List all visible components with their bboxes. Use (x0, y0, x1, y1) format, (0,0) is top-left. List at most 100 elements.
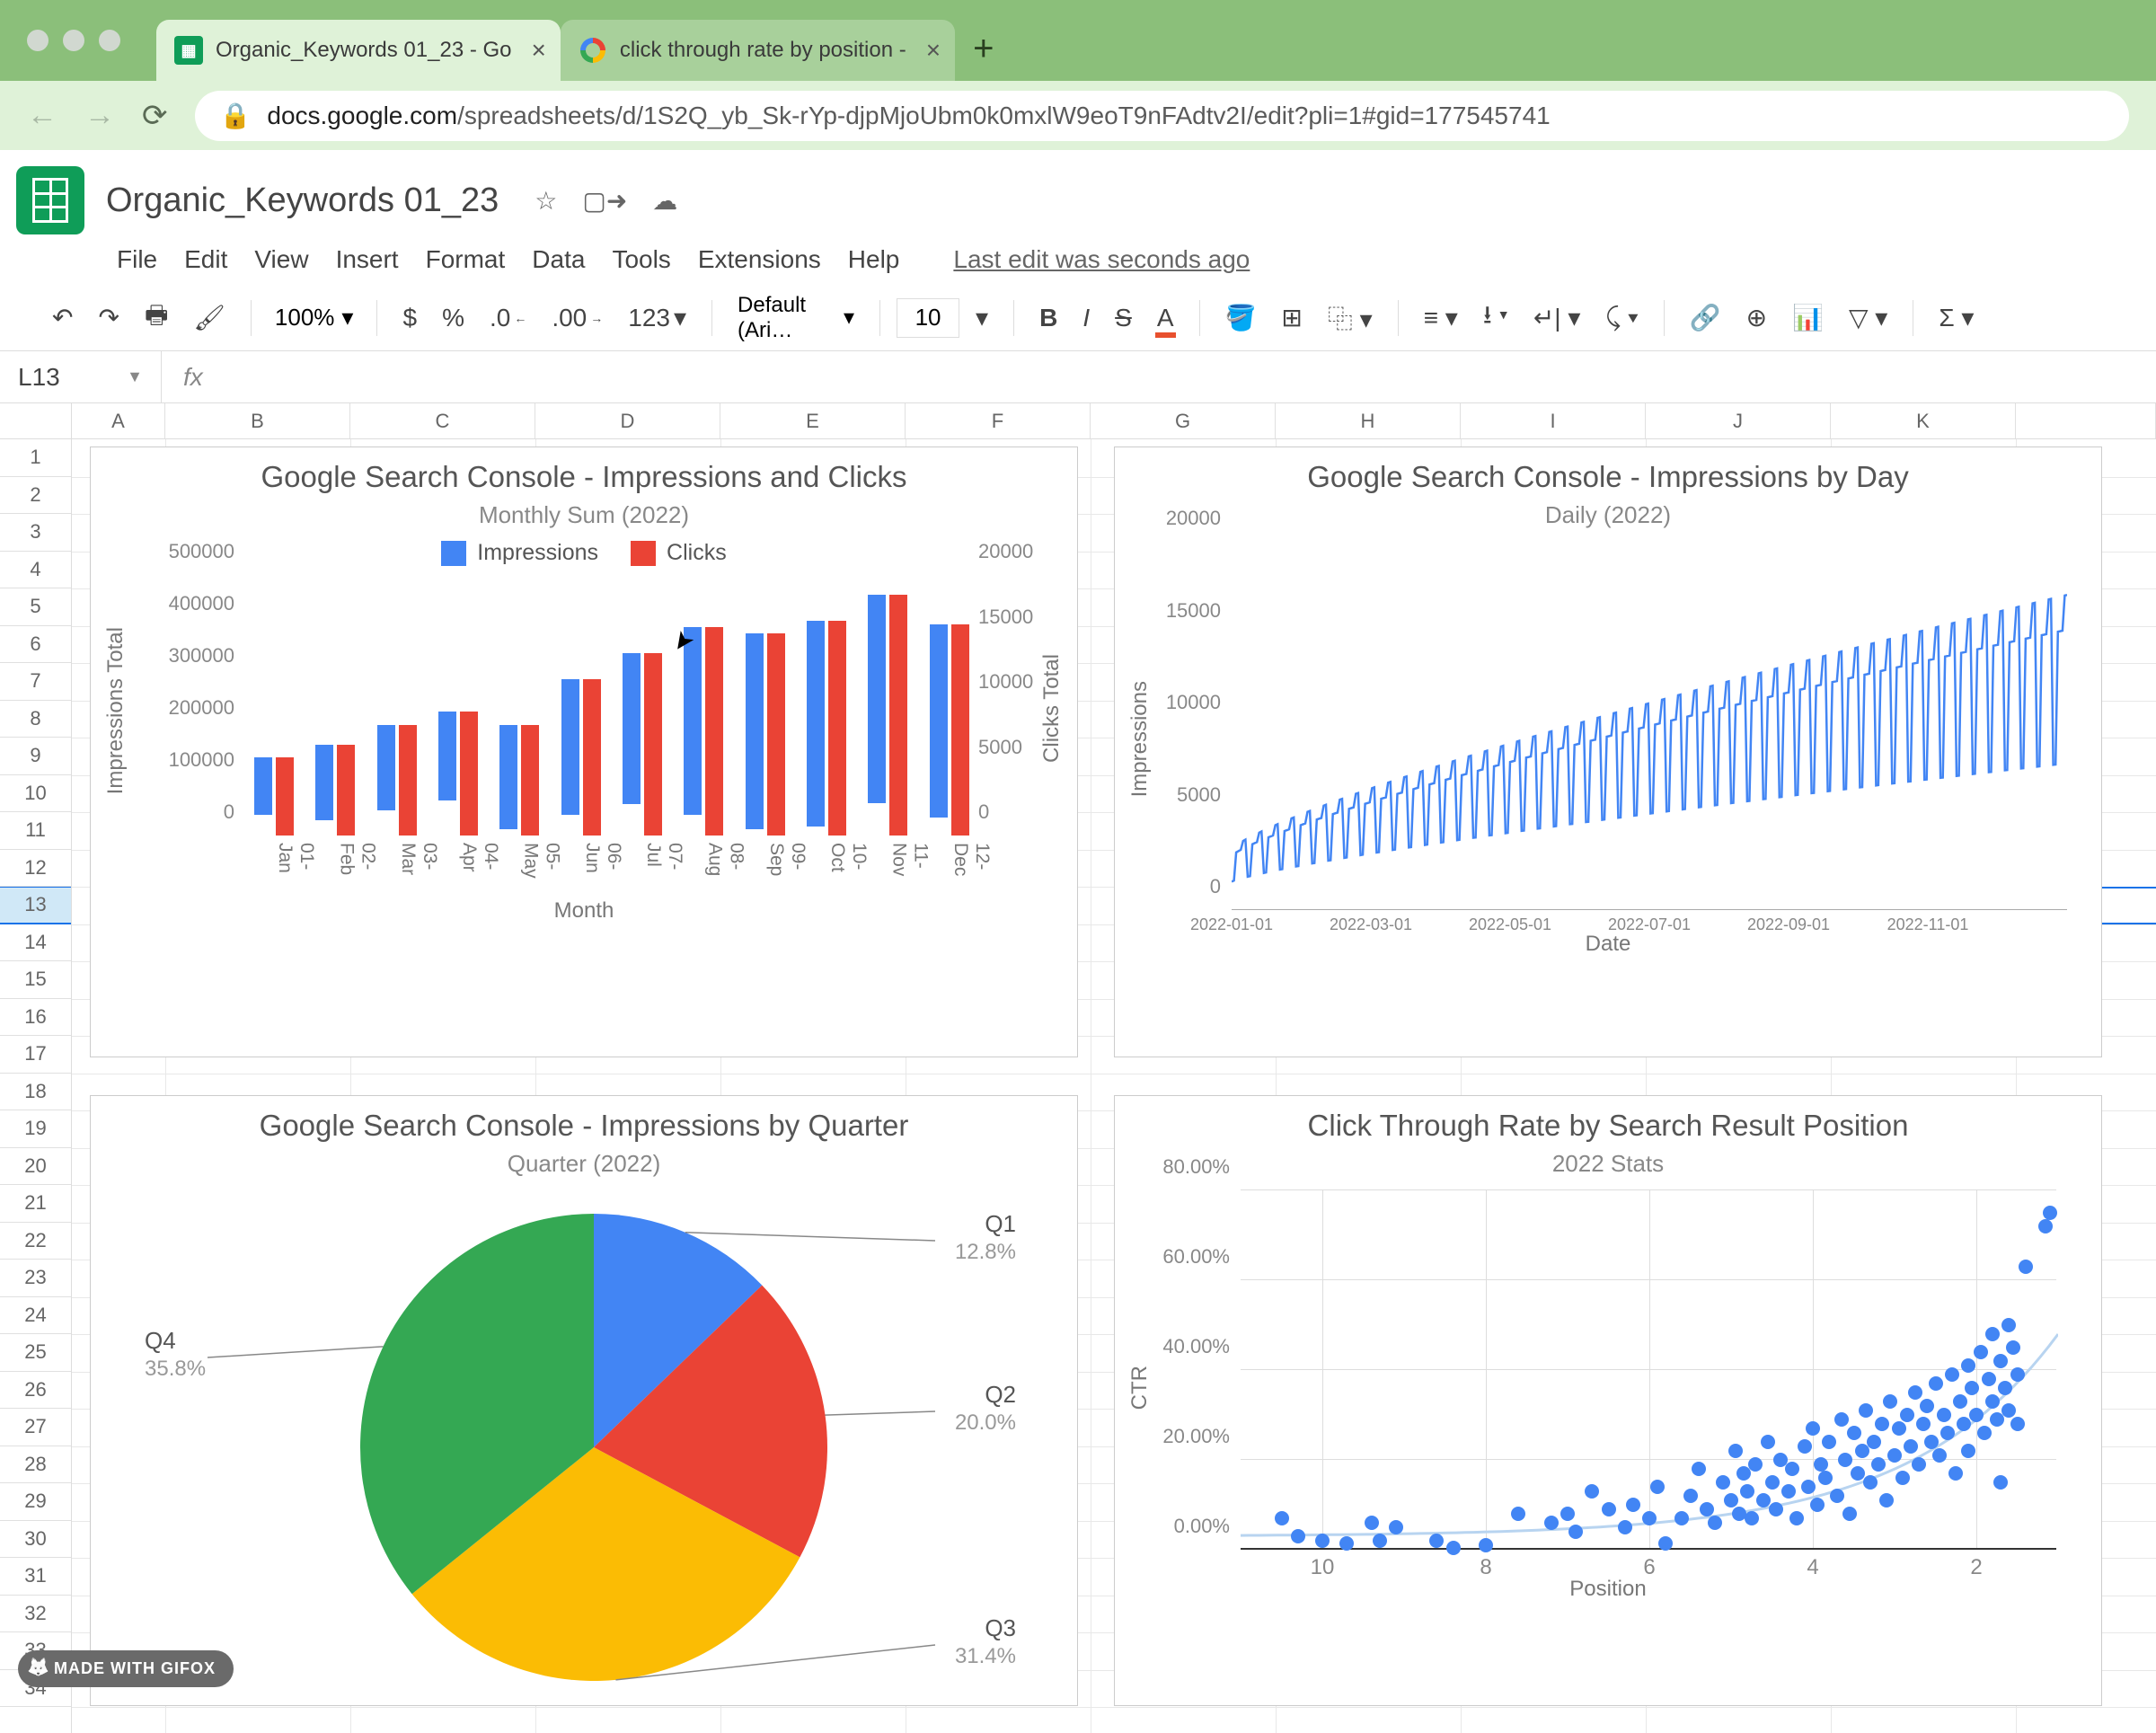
forward-button[interactable]: → (84, 98, 115, 133)
number-format-select[interactable]: 123 ▾ (619, 296, 695, 340)
reload-button[interactable]: ⟳ (142, 98, 168, 134)
row-header[interactable]: 2 (0, 477, 71, 515)
menu-help[interactable]: Help (848, 245, 900, 274)
row-header[interactable]: 7 (0, 663, 71, 701)
column-header[interactable]: J (1646, 403, 1831, 438)
row-header[interactable]: 5 (0, 588, 71, 626)
menu-extensions[interactable]: Extensions (698, 245, 821, 274)
column-header[interactable]: K (1831, 403, 2016, 438)
browser-tab-active[interactable]: ▦ Organic_Keywords 01_23 - Go × (156, 20, 561, 81)
chevron-down-icon[interactable]: ▾ (967, 296, 997, 340)
cloud-status-icon[interactable]: ☁ (652, 186, 677, 216)
star-icon[interactable]: ☆ (535, 186, 557, 216)
row-header[interactable]: 8 (0, 701, 71, 738)
menu-format[interactable]: Format (426, 245, 506, 274)
last-edit-link[interactable]: Last edit was seconds ago (953, 245, 1250, 274)
strikethrough-button[interactable]: S (1106, 296, 1141, 340)
close-tab-icon[interactable]: × (926, 36, 941, 65)
chart-impressions-clicks[interactable]: Google Search Console - Impressions and … (90, 447, 1078, 1057)
horizontal-align-button[interactable]: ≡ ▾ (1415, 296, 1467, 340)
row-header[interactable]: 10 (0, 775, 71, 813)
row-header[interactable]: 9 (0, 738, 71, 775)
row-header[interactable]: 31 (0, 1558, 71, 1596)
text-rotation-button[interactable]: ⤹ ▾ (1596, 296, 1647, 340)
undo-button[interactable]: ↶ (43, 296, 82, 340)
decrease-decimal-button[interactable]: .0← (481, 296, 535, 340)
paint-format-button[interactable]: 🖌 (184, 296, 234, 340)
menu-insert[interactable]: Insert (336, 245, 399, 274)
move-icon[interactable]: ▢➜ (582, 186, 627, 216)
column-header[interactable]: F (906, 403, 1091, 438)
chart-ctr-position[interactable]: Click Through Rate by Search Result Posi… (1114, 1095, 2102, 1706)
percent-format-button[interactable]: % (433, 296, 473, 340)
row-header[interactable]: 4 (0, 552, 71, 589)
font-size-input[interactable]: 10 (897, 298, 959, 338)
merge-cells-button[interactable]: ⿻ ▾ (1319, 293, 1382, 343)
back-button[interactable]: ← (27, 98, 57, 133)
chart-impressions-day[interactable]: Google Search Console - Impressions by D… (1114, 447, 2102, 1057)
new-tab-button[interactable]: + (973, 29, 994, 69)
menu-file[interactable]: File (117, 245, 157, 274)
column-header[interactable]: E (720, 403, 906, 438)
row-header[interactable]: 13 (0, 887, 71, 924)
maximize-window-button[interactable] (99, 30, 120, 51)
row-header[interactable]: 25 (0, 1334, 71, 1372)
row-header[interactable]: 14 (0, 924, 71, 962)
row-header[interactable]: 15 (0, 961, 71, 999)
row-header[interactable]: 22 (0, 1223, 71, 1260)
row-header[interactable]: 23 (0, 1260, 71, 1297)
row-header[interactable]: 18 (0, 1074, 71, 1111)
browser-tab-inactive[interactable]: click through rate by position - × (561, 20, 955, 81)
insert-comment-button[interactable]: ⊕ (1737, 296, 1776, 340)
sheets-logo-icon[interactable] (16, 166, 84, 234)
minimize-window-button[interactable] (63, 30, 84, 51)
row-header[interactable]: 19 (0, 1110, 71, 1148)
bold-button[interactable]: B (1030, 296, 1066, 340)
menu-view[interactable]: View (254, 245, 308, 274)
row-header[interactable]: 27 (0, 1409, 71, 1446)
text-color-button[interactable]: A (1148, 296, 1183, 340)
increase-decimal-button[interactable]: .00→ (543, 296, 612, 340)
row-header[interactable]: 26 (0, 1372, 71, 1410)
formula-input[interactable] (225, 351, 2156, 402)
name-box[interactable]: L13▼ (0, 351, 162, 402)
fill-color-button[interactable]: 🪣 (1216, 296, 1266, 340)
menu-tools[interactable]: Tools (612, 245, 670, 274)
column-header[interactable]: G (1091, 403, 1276, 438)
column-header[interactable]: A (72, 403, 165, 438)
column-header[interactable]: C (350, 403, 535, 438)
column-header[interactable]: B (165, 403, 350, 438)
row-header[interactable]: 17 (0, 1036, 71, 1074)
text-wrap-button[interactable]: ↵| ▾ (1524, 296, 1590, 340)
print-button[interactable]: 🖶 (136, 289, 177, 347)
font-select[interactable]: Default (Ari…▾ (729, 287, 863, 349)
currency-format-button[interactable]: $ (393, 296, 426, 340)
menu-data[interactable]: Data (532, 245, 585, 274)
row-header[interactable]: 32 (0, 1596, 71, 1633)
filter-button[interactable]: ▽ ▾ (1840, 296, 1896, 340)
row-header[interactable]: 20 (0, 1148, 71, 1186)
row-header[interactable]: 12 (0, 850, 71, 888)
document-title[interactable]: Organic_Keywords 01_23 (106, 181, 499, 220)
row-header[interactable]: 1 (0, 439, 71, 477)
vertical-align-button[interactable]: ⭳ ▾ (1474, 289, 1517, 347)
functions-button[interactable]: Σ ▾ (1930, 296, 1983, 340)
row-header[interactable]: 24 (0, 1297, 71, 1335)
insert-link-button[interactable]: 🔗 (1681, 296, 1730, 340)
row-header[interactable]: 16 (0, 999, 71, 1037)
row-header[interactable]: 11 (0, 812, 71, 850)
chart-impressions-quarter[interactable]: Google Search Console - Impressions by Q… (90, 1095, 1078, 1706)
row-header[interactable]: 30 (0, 1521, 71, 1559)
spreadsheet-grid[interactable]: 1234567891011121314151617181920212223242… (0, 403, 2156, 1733)
menu-edit[interactable]: Edit (184, 245, 227, 274)
column-header[interactable]: I (1461, 403, 1646, 438)
row-header[interactable]: 3 (0, 514, 71, 552)
address-bar[interactable]: 🔒 docs.google.com/spreadsheets/d/1S2Q_yb… (195, 91, 2130, 141)
italic-button[interactable]: I (1074, 296, 1099, 340)
row-header[interactable]: 28 (0, 1446, 71, 1484)
borders-button[interactable]: ⊞ (1272, 296, 1311, 340)
close-tab-icon[interactable]: × (532, 36, 546, 65)
column-header[interactable]: H (1276, 403, 1461, 438)
select-all-corner[interactable] (0, 403, 71, 439)
column-header[interactable]: D (535, 403, 720, 438)
